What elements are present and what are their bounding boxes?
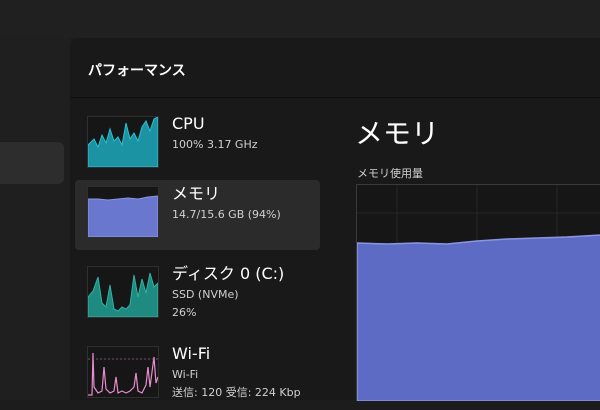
performance-list: CPU 100% 3.17 GHz メモリ 14.7/15.6 GB (94%)… bbox=[70, 110, 330, 400]
memory-thumbnail-graph bbox=[87, 186, 159, 238]
divider bbox=[70, 97, 600, 98]
detail-title: メモリ bbox=[355, 117, 440, 150]
wifi-thumbnail-graph bbox=[87, 346, 159, 398]
memory-usage-text: 14.7/15.6 GB (94%) bbox=[172, 208, 281, 221]
cpu-usage-text: 100% 3.17 GHz bbox=[172, 138, 258, 151]
wifi-throughput-text: 送信: 120 受信: 224 Kbp bbox=[172, 386, 301, 399]
disk-graph-area bbox=[88, 272, 158, 317]
memory-usage-label: メモリ使用量 bbox=[357, 167, 423, 180]
memory-usage-area bbox=[357, 234, 600, 401]
cpu-title: CPU bbox=[172, 114, 205, 133]
panel-title: パフォーマンス bbox=[88, 63, 186, 79]
perf-item-memory[interactable]: メモリ 14.7/15.6 GB (94%) bbox=[75, 180, 320, 250]
perf-item-cpu[interactable]: CPU 100% 3.17 GHz bbox=[75, 110, 320, 180]
cpu-graph-area bbox=[88, 117, 158, 167]
disk-title: ディスク 0 (C:) bbox=[172, 264, 285, 283]
memory-title: メモリ bbox=[172, 184, 221, 203]
nav-item-performance[interactable] bbox=[0, 142, 64, 184]
disk-thumbnail-graph bbox=[87, 266, 159, 318]
title-bar bbox=[0, 0, 600, 38]
wifi-title: Wi-Fi bbox=[172, 344, 211, 363]
wifi-graph-line bbox=[88, 352, 158, 396]
memory-usage-graph bbox=[356, 184, 600, 401]
disk-usage-text: 26% bbox=[172, 306, 197, 319]
wifi-adapter-text: Wi-Fi bbox=[172, 368, 199, 381]
memory-graph-area bbox=[88, 195, 158, 237]
disk-type-text: SSD (NVMe) bbox=[172, 288, 239, 301]
cpu-thumbnail-graph bbox=[87, 116, 159, 168]
perf-item-disk[interactable]: ディスク 0 (C:) SSD (NVMe) 26% bbox=[75, 260, 320, 330]
performance-panel: パフォーマンス CPU 100% 3.17 GHz メモリ 14.7/15.6 … bbox=[70, 38, 600, 401]
left-navigation bbox=[0, 38, 70, 400]
